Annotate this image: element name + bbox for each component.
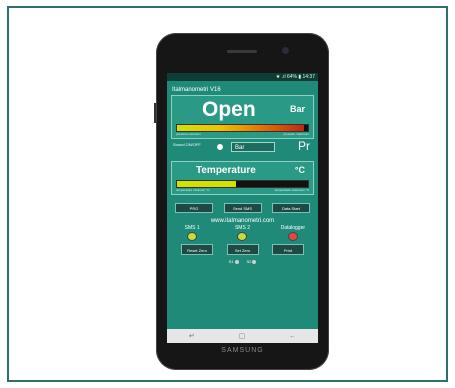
- sms1-label: SMS 1: [184, 225, 200, 231]
- sms1-indicator: SMS 1: [172, 225, 212, 241]
- camera-icon: [282, 47, 289, 54]
- datalogger-indicator: Datalogger: [273, 225, 313, 241]
- datalogger-led-icon: [287, 232, 298, 241]
- pressure-unit: Bar: [289, 104, 305, 114]
- pressure-gauge-bar: [176, 124, 309, 132]
- temperature-gauge-bar: [176, 180, 309, 188]
- datalogger-label: Datalogger: [280, 225, 306, 231]
- sms2-led-icon: [237, 232, 248, 241]
- data-start-button[interactable]: Data Start: [272, 203, 310, 213]
- temperature-max-label: temperature maximum °C: [274, 188, 309, 192]
- home-icon[interactable]: ▢: [239, 332, 246, 340]
- sms2-indicator: SMS 2: [222, 225, 262, 241]
- sim1-label: S1: [228, 259, 234, 264]
- pressure-range-labels: pressure minimum pressure maximum: [176, 132, 309, 136]
- temperature-unit: °C: [294, 165, 305, 175]
- pressure-gauge-marker: [304, 125, 308, 131]
- website-link[interactable]: www.italmanometri.com: [167, 218, 318, 224]
- temperature-panel: Temperature °C temperature minimum °C te…: [171, 161, 314, 195]
- sound-toggle[interactable]: [217, 144, 223, 150]
- phone-device: ★ .ıl 64% ▮ 14:37 Italmanometri V16 Open…: [154, 33, 329, 370]
- phone-screen: ★ .ıl 64% ▮ 14:37 Italmanometri V16 Open…: [167, 73, 318, 343]
- reset-zero-button[interactable]: Reset Zero: [181, 244, 213, 255]
- sms1-led-icon: [187, 232, 198, 241]
- figure-frame: ★ .ıl 64% ▮ 14:37 Italmanometri V16 Open…: [7, 6, 448, 382]
- prg-button[interactable]: PRG: [175, 203, 213, 213]
- temperature-title: Temperature: [196, 165, 256, 176]
- speaker-grille: [227, 50, 257, 53]
- pressure-max-label: pressure maximum: [283, 132, 309, 136]
- status-bar: ★ .ıl 64% ▮ 14:37: [167, 73, 318, 81]
- unit-select[interactable]: Bar: [231, 142, 275, 152]
- pressure-panel: Open Bar pressure minimum pressure maxim…: [171, 95, 314, 139]
- temperature-range-labels: temperature minimum °C temperature maxim…: [176, 188, 309, 192]
- pr-label: Pr: [298, 139, 310, 153]
- print-button[interactable]: Print: [272, 244, 304, 255]
- set-zero-button[interactable]: Set Zero: [226, 244, 259, 255]
- action-buttons: PRG Send SMS Data Start: [167, 203, 318, 213]
- indicator-row: SMS 1 SMS 2 Datalogger: [167, 225, 318, 241]
- recent-apps-icon[interactable]: ←: [289, 333, 296, 340]
- sim2-option[interactable]: S2: [247, 259, 257, 264]
- back-icon[interactable]: ↵: [189, 332, 195, 340]
- brand-logo: SAMSUNG: [221, 347, 264, 354]
- sound-controls: Sound ON/OFF Bar Pr: [167, 139, 318, 161]
- sim-selector: S1 S2: [167, 259, 318, 264]
- pressure-min-label: pressure minimum: [176, 132, 201, 136]
- send-sms-button[interactable]: Send SMS: [223, 203, 262, 213]
- sound-label: Sound ON/OFF: [173, 142, 201, 147]
- temperature-min-label: temperature minimum °C: [176, 188, 210, 192]
- sim1-radio-icon: [234, 259, 239, 264]
- sim2-radio-icon: [252, 259, 257, 264]
- app-title: Italmanometri V16: [172, 87, 221, 93]
- pressure-value: Open: [202, 98, 256, 121]
- side-button: [154, 103, 156, 123]
- zero-buttons: Reset Zero Set Zero Print: [167, 244, 318, 255]
- sim2-label: S2: [246, 259, 252, 264]
- sms2-label: SMS 2: [234, 225, 250, 231]
- android-nav-bar: ↵ ▢ ←: [167, 329, 318, 343]
- sim1-option[interactable]: S1: [229, 259, 239, 264]
